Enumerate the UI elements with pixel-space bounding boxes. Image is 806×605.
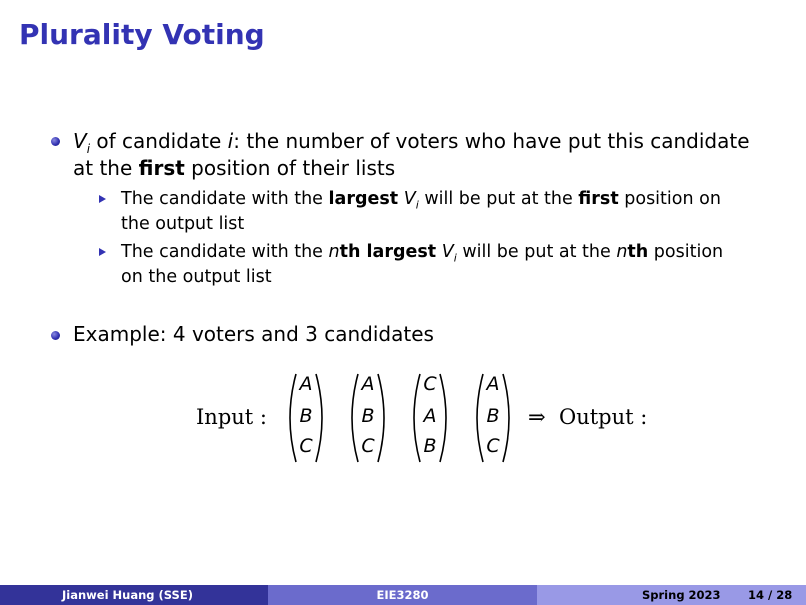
sub-1-text-a: The candidate with the xyxy=(121,189,329,209)
sub-2-th-largest: th largest xyxy=(339,242,437,262)
ballot-matrix-1: A B C xyxy=(283,372,329,464)
bullet-1-line-2: at the first position of their lists xyxy=(73,156,395,180)
ballot-cell: C xyxy=(486,435,500,457)
output-label: Output : xyxy=(559,405,648,429)
ballot-matrix-4: A B C xyxy=(470,372,516,464)
ballot-cell: A xyxy=(299,373,313,395)
implies-arrow: ⇒ xyxy=(528,405,546,429)
sub-bullet-icon xyxy=(99,248,106,256)
footer-course: EIE3280 xyxy=(376,588,429,602)
ballot-cell: B xyxy=(361,405,375,427)
bullet-1-line-2-a: at the xyxy=(73,156,139,180)
sub-bullet-icon xyxy=(99,195,106,203)
ballot-cell: A xyxy=(486,373,500,395)
var-n: n xyxy=(616,242,628,262)
ballot-cell: B xyxy=(423,435,437,457)
sub-bullet-2-line-2: on the output list xyxy=(121,267,272,287)
sub-1-largest: largest xyxy=(328,189,399,209)
sub-bullet-1-line-2: the output list xyxy=(121,214,245,234)
sub-2-th: th xyxy=(627,242,649,262)
var-v: V xyxy=(403,189,416,209)
sub-1-text-b: will be put at the xyxy=(418,189,579,209)
ballot-cell: A xyxy=(361,373,375,395)
sub-2-text-a: The candidate with the xyxy=(121,242,329,262)
ballot-cell: C xyxy=(361,435,375,457)
var-v: V xyxy=(73,129,87,153)
var-v: V xyxy=(441,242,454,262)
bullet-1-text-b: : the number of voters who have put this… xyxy=(233,129,750,153)
ballot-cell: A xyxy=(423,405,437,427)
footer-term-segment: Spring 2023 14 / 28 xyxy=(537,585,806,605)
bullet-icon xyxy=(51,331,60,340)
ballot-matrix-2: A B C xyxy=(345,372,391,464)
input-label: Input : xyxy=(196,405,267,429)
ballot-cell: B xyxy=(486,405,500,427)
ballot-cell: B xyxy=(299,405,313,427)
footer-course-segment: EIE3280 xyxy=(268,585,537,605)
sub-1-text-c: position on xyxy=(618,189,721,209)
ballot-cell: C xyxy=(299,435,313,457)
footer-author: Jianwei Huang (SSE) xyxy=(62,588,193,602)
slide-title: Plurality Voting xyxy=(19,18,265,51)
bullet-2-text: Example: 4 voters and 3 candidates xyxy=(73,322,434,346)
footer-bar: Jianwei Huang (SSE) EIE3280 Spring 2023 … xyxy=(0,585,806,605)
bullet-1-first: first xyxy=(138,156,185,180)
bullet-icon xyxy=(51,137,60,146)
bullet-1-line-2-b: position of their lists xyxy=(184,156,396,180)
sub-1-first: first xyxy=(578,189,619,209)
footer-term: Spring 2023 xyxy=(642,588,721,602)
var-n: n xyxy=(328,242,340,262)
footer-author-segment: Jianwei Huang (SSE) xyxy=(0,585,268,605)
sub-2-text-b: will be put at the xyxy=(456,242,617,262)
footer-page-number: 14 / 28 xyxy=(748,588,793,602)
sub-2-text-c: position xyxy=(648,242,724,262)
bullet-1-text-a: of candidate xyxy=(90,129,228,153)
ballot-cell: C xyxy=(423,373,437,395)
ballot-matrix-3: C A B xyxy=(407,372,453,464)
